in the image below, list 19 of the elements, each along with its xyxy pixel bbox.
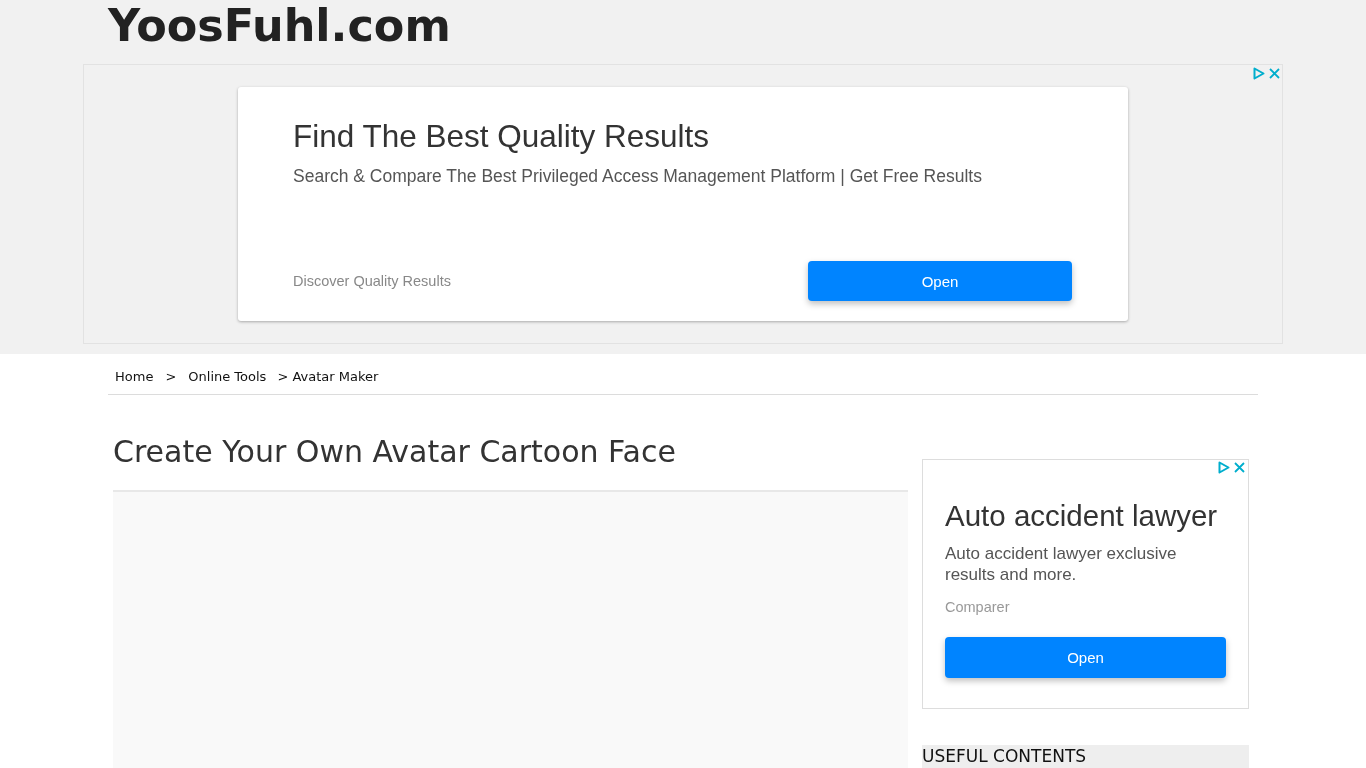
ad-source: Discover Quality Results xyxy=(293,273,451,289)
site-logo[interactable]: YoosFuhl.com xyxy=(108,0,451,52)
section-heading: USEFUL CONTENTS xyxy=(922,745,1249,768)
ad-title[interactable]: Auto accident lawyer xyxy=(945,501,1218,531)
play-icon[interactable] xyxy=(1253,67,1265,80)
play-icon[interactable] xyxy=(1218,461,1230,474)
ad-source: Comparer xyxy=(945,598,1010,616)
close-icon[interactable] xyxy=(1234,462,1245,473)
open-button[interactable]: Open xyxy=(945,637,1226,678)
open-button[interactable]: Open xyxy=(808,261,1072,301)
ad-description: Auto accident lawyer exclusive results and more. xyxy=(945,543,1178,585)
breadcrumb-current: > Avatar Maker xyxy=(277,368,379,386)
breadcrumb-separator: > xyxy=(165,368,177,386)
breadcrumb-link[interactable]: Home xyxy=(115,368,154,386)
page-title: Create Your Own Avatar Cartoon Face xyxy=(113,435,676,469)
ad-title[interactable]: Find The Best Quality Results xyxy=(293,120,710,152)
ad-description: Search & Compare The Best Privileged Access Management Platform | Get Free Results xyxy=(293,166,982,186)
close-icon[interactable] xyxy=(1269,68,1280,79)
breadcrumb-link[interactable]: Online Tools xyxy=(188,368,267,386)
